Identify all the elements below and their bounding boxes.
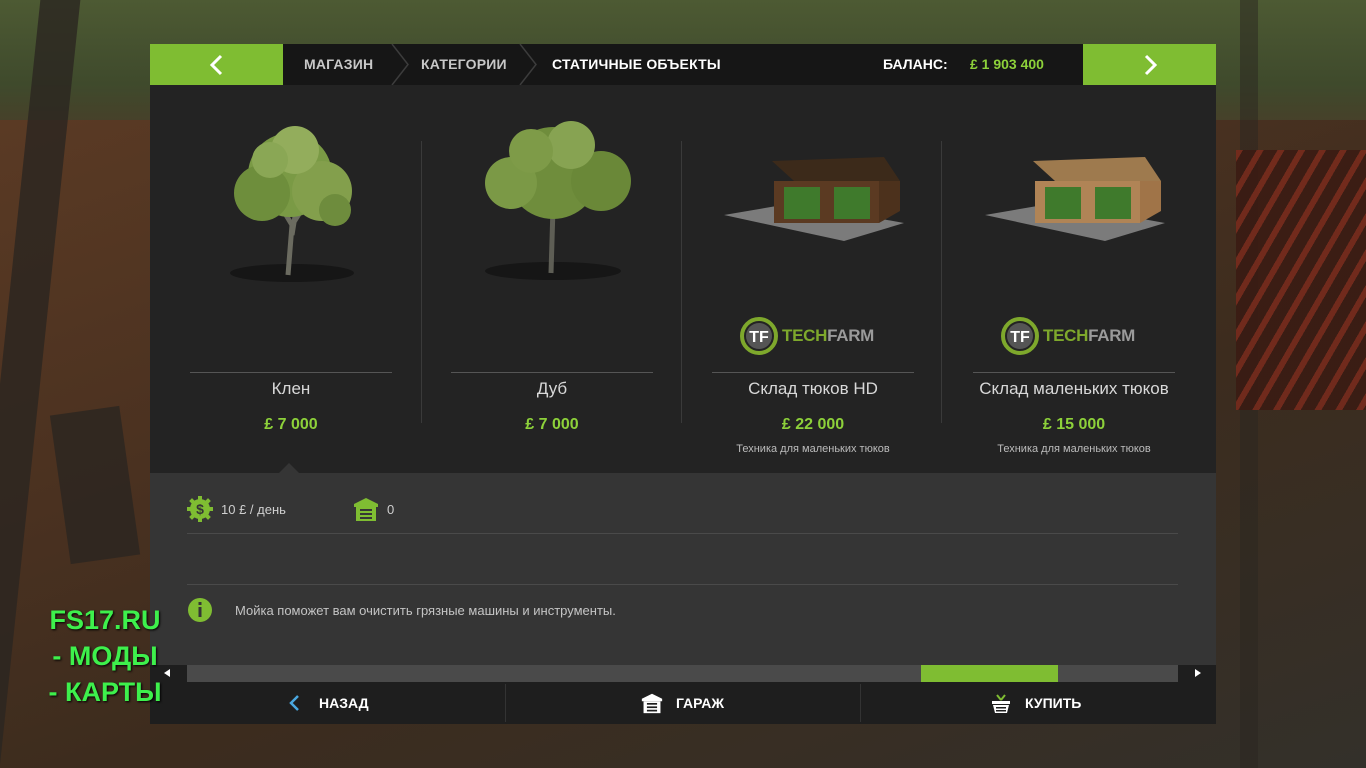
- top-bar: МАГАЗИН КАТЕГОРИИ СТАТИЧНЫЕ ОБЪЕКТЫ БАЛА…: [150, 44, 1216, 85]
- breadcrumb-separator: [519, 44, 537, 85]
- info-text: Мойка поможет вам очистить грязные машин…: [235, 602, 616, 618]
- item-price: £ 7 000: [525, 416, 579, 433]
- owned-count: 0: [353, 496, 394, 522]
- techfarm-logo: TF TECHFARM: [740, 317, 874, 355]
- item-category: Техника для маленьких тюков: [997, 443, 1151, 455]
- chevron-right-icon: [1144, 54, 1157, 75]
- garage-icon: [641, 693, 663, 714]
- divider: [190, 372, 392, 373]
- scroll-right-icon[interactable]: [1195, 669, 1201, 677]
- shop-item-bale-storage-hd[interactable]: TF TECHFARM Склад тюков HD £ 22 000 Техн…: [672, 85, 932, 473]
- brand-tech: TECH: [1043, 326, 1089, 345]
- balance-value: £ 1 903 400: [970, 56, 1044, 72]
- item-name: Склад тюков HD: [748, 379, 878, 398]
- divider: [505, 684, 506, 722]
- bottom-bar: НАЗАД ГАРАЖ КУПИТЬ: [150, 682, 1216, 724]
- divider: [187, 584, 1178, 585]
- brand-farm: FARM: [1088, 326, 1136, 345]
- techfarm-logo: TF TECHFARM: [1001, 317, 1135, 355]
- breadcrumb-categories[interactable]: КАТЕГОРИИ: [421, 44, 507, 85]
- item-price: £ 7 000: [264, 416, 318, 433]
- shop-item-maple[interactable]: Клен £ 7 000: [150, 85, 410, 474]
- garage-icon: [354, 498, 378, 521]
- shopping-basket-icon: [992, 694, 1010, 713]
- watermark-line: - КАРТЫ: [48, 677, 162, 707]
- shop-item-oak[interactable]: Дуб £ 7 000: [411, 85, 671, 473]
- brand-farm: FARM: [827, 326, 875, 345]
- info-icon: [188, 598, 212, 622]
- maintenance-value: 10 £ / день: [221, 501, 286, 517]
- svg-text:TF: TF: [1010, 329, 1030, 346]
- breadcrumb-static-objects: СТАТИЧНЫЕ ОБЪЕКТЫ: [552, 56, 721, 72]
- garage-label: ГАРАЖ: [676, 695, 725, 711]
- item-price: £ 22 000: [781, 416, 845, 433]
- bale-shed-light-image: [985, 157, 1165, 241]
- divider: [451, 372, 653, 373]
- info-row: Мойка поможет вам очистить грязные машин…: [187, 597, 616, 623]
- breadcrumb-shop[interactable]: МАГАЗИН: [304, 44, 373, 85]
- techfarm-icon: TF: [740, 317, 778, 355]
- watermark-line: - МОДЫ: [52, 641, 158, 671]
- horizontal-scrollbar[interactable]: [150, 665, 1216, 682]
- divider: [712, 372, 914, 373]
- svg-text:TF: TF: [749, 329, 769, 346]
- scroll-thumb[interactable]: [921, 665, 1058, 682]
- buy-label: КУПИТЬ: [1025, 695, 1082, 711]
- shop-panel: МАГАЗИН КАТЕГОРИИ СТАТИЧНЫЕ ОБЪЕКТЫ БАЛА…: [150, 44, 1216, 724]
- shop-item-small-bale-storage[interactable]: TF TECHFARM Склад маленьких тюков £ 15 0…: [933, 85, 1193, 473]
- item-grid: Клен £ 7 000 Дуб £ 7 000 TF TECHFARM Скл…: [150, 85, 1216, 474]
- dollar-gear-icon: $: [187, 496, 213, 522]
- item-price: £ 15 000: [1042, 416, 1106, 433]
- bale-shed-dark-image: [724, 157, 904, 241]
- chevron-left-icon: [209, 54, 222, 75]
- svg-text:$: $: [196, 501, 204, 517]
- divider: [187, 533, 1178, 534]
- item-name: Склад маленьких тюков: [979, 379, 1169, 398]
- scroll-track[interactable]: [187, 665, 1178, 682]
- oak-tree-image: [485, 121, 631, 280]
- item-details: $ 10 £ / день 0 Мойка поможет вам очисти…: [150, 473, 1216, 665]
- item-category: Техника для маленьких тюков: [736, 443, 890, 455]
- techfarm-icon: TF: [1001, 317, 1039, 355]
- back-label: НАЗАД: [319, 695, 369, 711]
- owned-count-value: 0: [387, 501, 395, 517]
- divider: [860, 684, 861, 722]
- maintenance-cost: $ 10 £ / день: [187, 496, 286, 522]
- next-page-button[interactable]: [1083, 44, 1216, 85]
- site-watermark: FS17.RU - МОДЫ - КАРТЫ: [30, 602, 180, 710]
- red-machine: [1236, 150, 1366, 410]
- divider: [973, 372, 1175, 373]
- item-name: Дуб: [536, 379, 568, 398]
- maple-tree-image: [230, 126, 354, 282]
- balance-label: БАЛАНС:: [883, 56, 948, 72]
- brand-tech: TECH: [782, 326, 828, 345]
- prev-page-button[interactable]: [150, 44, 283, 85]
- breadcrumb-separator: [391, 44, 409, 85]
- back-button[interactable]: НАЗАД: [287, 682, 369, 724]
- item-name: Клен: [271, 379, 311, 398]
- buy-button[interactable]: КУПИТЬ: [990, 682, 1081, 724]
- watermark-line: FS17.RU: [49, 605, 161, 635]
- chevron-left-icon: [289, 695, 299, 711]
- garage-button[interactable]: ГАРАЖ: [641, 682, 724, 724]
